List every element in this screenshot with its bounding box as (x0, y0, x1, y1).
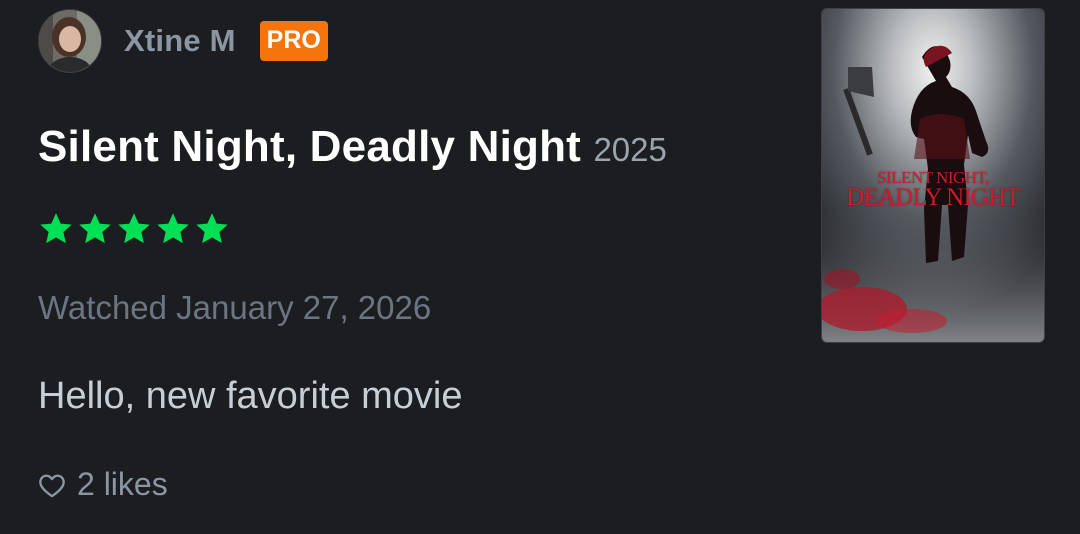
movie-year[interactable]: 2025 (593, 131, 666, 168)
star-icon (79, 213, 111, 244)
title-row: Silent Night, Deadly Night 2025 (38, 122, 667, 172)
likes-button[interactable]: 2 likes (38, 466, 168, 503)
poster-title-line2: DEADLY NIGHT (846, 184, 1021, 211)
avatar[interactable] (38, 9, 102, 73)
star-icon (40, 213, 72, 244)
star-rating (38, 211, 230, 247)
review-card: Xtine M PRO Silent Night, Deadly Night 2… (0, 0, 1080, 534)
heart-outline-icon (39, 474, 65, 497)
watched-date: Watched January 27, 2026 (38, 289, 432, 326)
star-icon (118, 213, 150, 244)
movie-title[interactable]: Silent Night, Deadly Night (38, 122, 581, 171)
author-name[interactable]: Xtine M (124, 23, 236, 59)
likes-count: 2 likes (77, 466, 168, 502)
poster-title: SILENT NIGHT, DEADLY NIGHT (822, 169, 1044, 210)
star-icon (196, 213, 228, 244)
star-icon (157, 213, 189, 244)
pro-badge: PRO (259, 21, 328, 61)
review-text: Hello, new favorite movie (38, 375, 463, 417)
movie-poster[interactable]: SILENT NIGHT, DEADLY NIGHT (821, 8, 1045, 343)
author-row[interactable]: Xtine M PRO (38, 9, 328, 73)
